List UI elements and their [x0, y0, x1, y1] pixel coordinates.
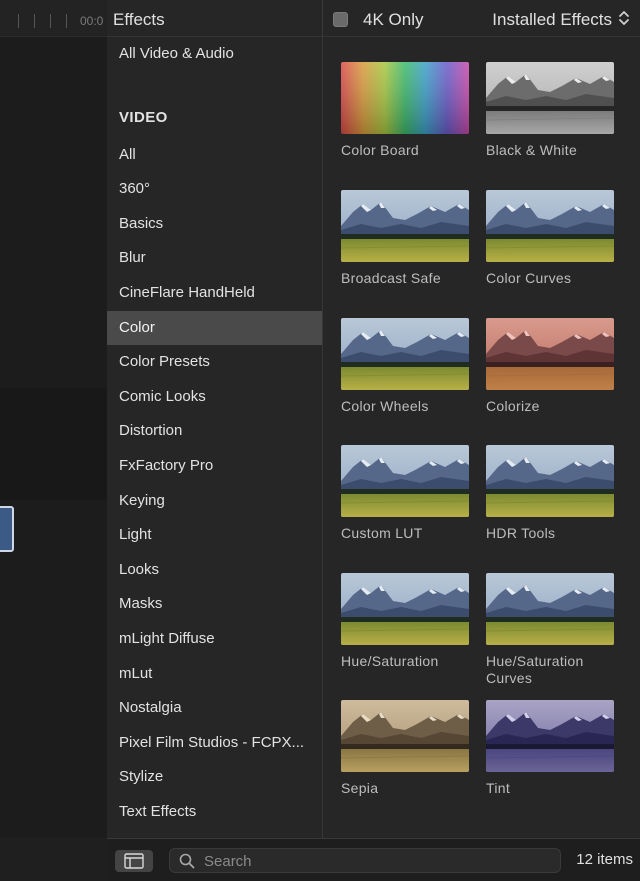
effects-title: Effects [113, 10, 165, 29]
category-section-video: VIDEO [119, 109, 168, 126]
category-item-light[interactable]: Light [107, 518, 322, 552]
category-item-all-video-audio[interactable]: All Video & Audio [107, 37, 322, 71]
search-placeholder: Search [204, 853, 252, 870]
category-item-blur[interactable]: Blur [107, 241, 322, 275]
category-item-360[interactable]: 360° [107, 172, 322, 206]
effects-grid: Color Board Black & White Broadcast Safe [323, 37, 640, 838]
effects-browser-window: 00:0 Effects 4K Only Installed Effects A… [0, 0, 640, 881]
ruler-tick [18, 14, 19, 28]
effect-label-black-white[interactable]: Black & White [486, 142, 626, 159]
effect-label-colorize[interactable]: Colorize [486, 398, 626, 415]
timeline-ruler[interactable]: 00:0 [0, 0, 107, 37]
category-item-comic-looks[interactable]: Comic Looks [107, 380, 322, 414]
effects-footer: Search 12 items [107, 838, 640, 881]
effect-label-hue-saturation[interactable]: Hue/Saturation [341, 653, 481, 670]
category-item-all[interactable]: All [107, 138, 322, 172]
category-item-text-effects[interactable]: Text Effects [107, 795, 322, 829]
effect-label-sepia[interactable]: Sepia [341, 780, 481, 797]
search-field[interactable]: Search [169, 848, 561, 873]
effect-label-tint[interactable]: Tint [486, 780, 626, 797]
effect-thumbnail-tint[interactable] [486, 700, 614, 772]
effect-thumbnail-custom-lut[interactable] [341, 445, 469, 517]
effect-thumbnail-colorize[interactable] [486, 318, 614, 390]
4k-only-checkbox[interactable] [333, 12, 348, 27]
effect-label-color-curves[interactable]: Color Curves [486, 270, 626, 287]
category-item-mlight-diffuse[interactable]: mLight Diffuse [107, 622, 322, 656]
layout-toggle-button[interactable] [115, 850, 153, 872]
effect-thumbnail-hue-saturation[interactable] [341, 573, 469, 645]
effect-thumbnail-black-white[interactable] [486, 62, 614, 134]
effect-label-custom-lut[interactable]: Custom LUT [341, 525, 481, 542]
timeline-clip[interactable] [0, 506, 14, 552]
category-item-stylize[interactable]: Stylize [107, 760, 322, 794]
effect-label-hdr-tools[interactable]: HDR Tools [486, 525, 626, 542]
effect-label-broadcast-safe[interactable]: Broadcast Safe [341, 270, 481, 287]
effect-thumbnail-color-wheels[interactable] [341, 318, 469, 390]
effect-thumbnail-hdr-tools[interactable] [486, 445, 614, 517]
search-icon [179, 853, 195, 869]
timeline-track[interactable] [0, 388, 107, 500]
category-item-masks[interactable]: Masks [107, 587, 322, 621]
effect-thumbnail-color-board[interactable] [341, 62, 469, 134]
category-item-pixel-film-studios-fcpx[interactable]: Pixel Film Studios - FCPX... [107, 726, 322, 760]
category-item-distortion[interactable]: Distortion [107, 414, 322, 448]
header-divider [322, 0, 323, 36]
item-count: 12 items [576, 851, 633, 868]
category-item-basics[interactable]: Basics [107, 207, 322, 241]
effect-label-hue-saturation-curves[interactable]: Hue/Saturation Curves [486, 653, 626, 687]
category-item-fxfactory-pro[interactable]: FxFactory Pro [107, 449, 322, 483]
effect-thumbnail-hue-saturation-curves[interactable] [486, 573, 614, 645]
installed-effects-select[interactable]: Installed Effects [492, 10, 612, 30]
effect-thumbnail-sepia[interactable] [341, 700, 469, 772]
effects-header: Effects 4K Only Installed Effects [107, 0, 640, 37]
effect-thumbnail-broadcast-safe[interactable] [341, 190, 469, 262]
category-item-cineflare-handheld[interactable]: CineFlare HandHeld [107, 276, 322, 310]
category-item-color-presets[interactable]: Color Presets [107, 345, 322, 379]
category-item-mlut[interactable]: mLut [107, 657, 322, 691]
category-list: All Video & Audio VIDEO All 360° Basics Blur C… [107, 37, 322, 838]
category-item-nostalgia[interactable]: Nostalgia [107, 691, 322, 725]
chevron-updown-icon[interactable] [618, 8, 630, 28]
ruler-tick [34, 14, 35, 28]
sidebar-layout-icon [124, 853, 144, 869]
category-item-keying[interactable]: Keying [107, 484, 322, 518]
effect-label-color-board[interactable]: Color Board [341, 142, 481, 159]
timeline-timecode: 00:0 [80, 14, 104, 28]
effect-label-color-wheels[interactable]: Color Wheels [341, 398, 481, 415]
effect-thumbnail-color-curves[interactable] [486, 190, 614, 262]
timeline-strip: 00:0 [0, 0, 107, 838]
category-item-looks[interactable]: Looks [107, 553, 322, 587]
ruler-tick [66, 14, 67, 28]
ruler-tick [50, 14, 51, 28]
category-item-color[interactable]: Color [107, 311, 322, 345]
4k-only-label[interactable]: 4K Only [363, 10, 423, 30]
